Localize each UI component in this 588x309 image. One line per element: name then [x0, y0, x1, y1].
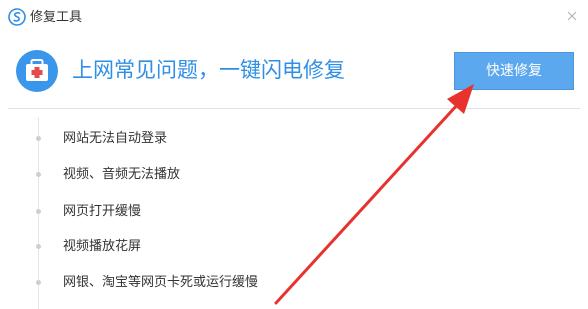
- bullet-dot: [36, 172, 41, 177]
- issue-label: 网页打开缓慢: [63, 204, 142, 219]
- browser-logo-icon: [8, 8, 26, 26]
- issue-label: 网站无法自动登录: [63, 131, 168, 146]
- header-banner: 上网常见问题，一键闪电修复 快速修复: [0, 36, 588, 108]
- title-bar: 修复工具: [0, 0, 588, 36]
- list-item: 网银、淘宝等网页卡死或运行缓慢: [0, 274, 420, 294]
- list-item: 网站无法自动登录: [0, 130, 420, 150]
- issue-list: 网站无法自动登录 视频、音频无法播放 网页打开缓慢 视频播放花屏 网银、淘宝等网…: [0, 109, 588, 309]
- issue-label: 视频、音频无法播放: [63, 167, 181, 182]
- bullet-dot: [36, 209, 41, 214]
- list-item: 网页打开缓慢: [0, 203, 420, 223]
- quick-fix-button[interactable]: 快速修复: [454, 52, 574, 90]
- window-title: 修复工具: [30, 10, 83, 25]
- list-item: 视频播放花屏: [0, 238, 420, 258]
- first-aid-kit-icon: [16, 50, 58, 92]
- bullet-dot: [36, 136, 41, 141]
- headline: 上网常见问题，一键闪电修复: [72, 58, 345, 82]
- bullet-dot: [36, 280, 41, 285]
- list-item: 视频、音频无法播放: [0, 166, 420, 186]
- issue-label: 视频播放花屏: [63, 239, 142, 254]
- bullet-dot: [36, 244, 41, 249]
- close-icon[interactable]: [564, 8, 580, 24]
- issue-label: 网银、淘宝等网页卡死或运行缓慢: [63, 275, 259, 290]
